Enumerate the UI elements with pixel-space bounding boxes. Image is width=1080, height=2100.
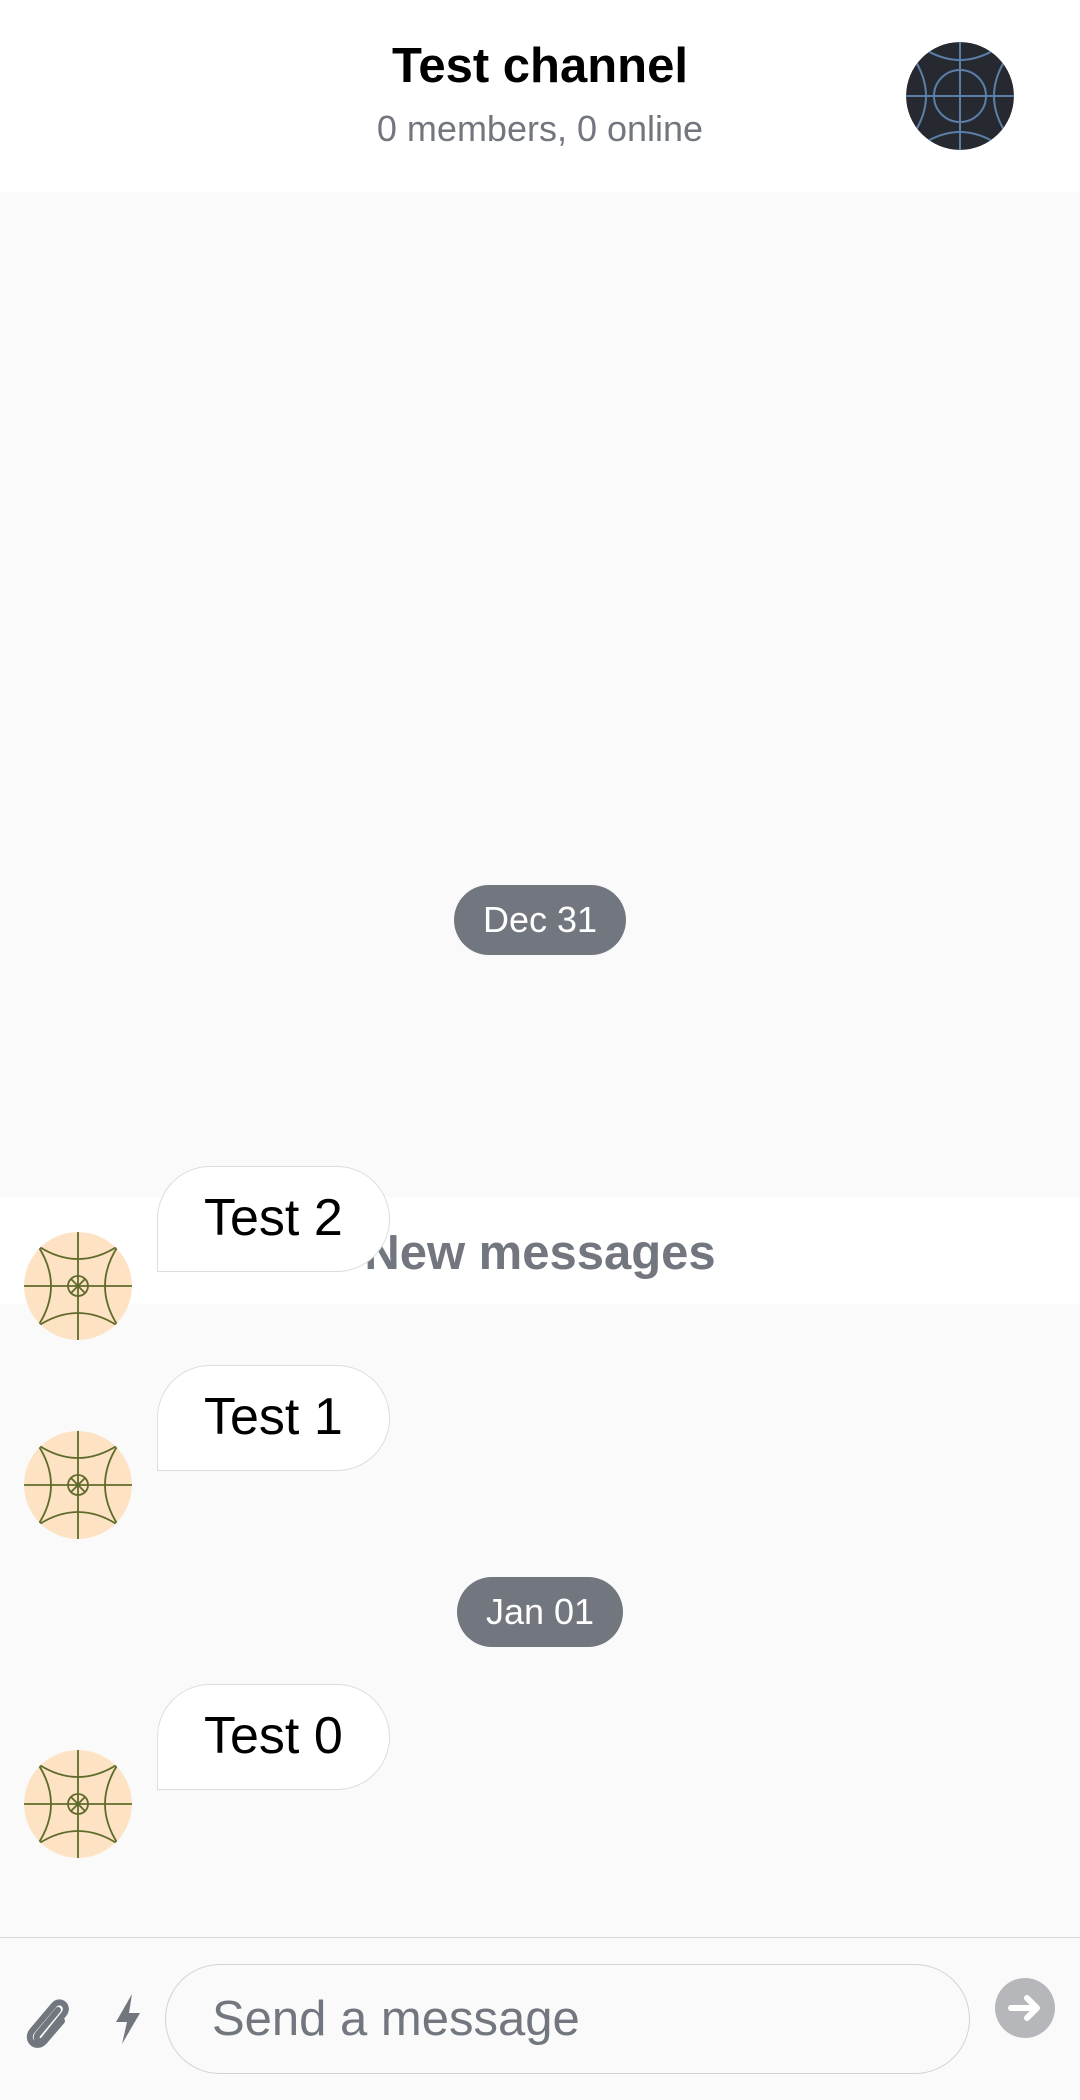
message-bubble[interactable]: Test 1: [157, 1365, 390, 1471]
user-avatar-pattern-icon: [24, 1431, 132, 1539]
message-list[interactable]: Dec 31 New messages Test 2 Test 1 Jan 01…: [0, 192, 1080, 1937]
channel-header: Test channel 0 members, 0 online: [0, 0, 1080, 192]
commands-button[interactable]: [112, 1994, 144, 2049]
message-bubble[interactable]: Test 0: [157, 1684, 390, 1790]
arrow-right-icon: [1008, 1995, 1040, 2021]
channel-avatar[interactable]: [906, 42, 1014, 150]
attach-button[interactable]: [20, 1990, 72, 2057]
send-button[interactable]: [995, 1978, 1055, 2038]
lightning-icon: [116, 1994, 140, 2044]
date-separator: Dec 31: [454, 885, 626, 955]
message-composer: [0, 1937, 1080, 2100]
paperclip-icon: [26, 1999, 69, 2048]
user-avatar[interactable]: [24, 1232, 132, 1340]
user-avatar-pattern-icon: [24, 1232, 132, 1340]
user-avatar[interactable]: [24, 1750, 132, 1858]
channel-avatar-pattern-icon: [906, 42, 1014, 150]
user-avatar-pattern-icon: [24, 1750, 132, 1858]
user-avatar[interactable]: [24, 1431, 132, 1539]
message-input[interactable]: [165, 1964, 970, 2074]
date-separator: Jan 01: [457, 1577, 623, 1647]
message-bubble[interactable]: Test 2: [157, 1166, 390, 1272]
